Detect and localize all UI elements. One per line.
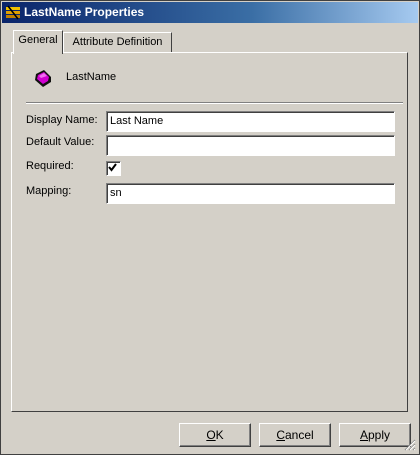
attribute-gem-icon <box>35 70 51 87</box>
general-panel: LastName Display Name: Last Name Default… <box>11 52 408 412</box>
cancel-label-rest: ancel <box>284 428 314 442</box>
display-name-field[interactable]: Last Name <box>106 111 395 132</box>
ok-label-rest: K <box>215 428 224 442</box>
tab-general[interactable]: General <box>13 30 63 54</box>
object-icon-frame <box>26 64 58 94</box>
window-title: LastName Properties <box>24 5 145 19</box>
tab-attribute-definition[interactable]: Attribute Definition <box>63 32 172 53</box>
app-icon <box>6 5 20 20</box>
ok-mnemonic: O <box>206 428 216 442</box>
apply-mnemonic: A <box>359 428 368 442</box>
mapping-label: Mapping: <box>26 185 72 197</box>
title-bar[interactable]: LastName Properties <box>2 2 418 23</box>
apply-label-rest: pply <box>368 428 391 442</box>
properties-dialog: LastName Properties General Attribute De… <box>0 0 420 455</box>
object-name: LastName <box>66 71 117 83</box>
default-value-label: Default Value: <box>26 136 95 148</box>
required-checkbox[interactable] <box>106 161 121 176</box>
ok-button[interactable]: OK <box>179 423 251 447</box>
checkmark-icon <box>108 163 117 172</box>
display-name-label: Display Name: <box>26 114 98 126</box>
mapping-field[interactable]: sn <box>106 183 395 204</box>
apply-button[interactable]: Apply <box>339 423 411 447</box>
separator <box>26 102 403 104</box>
required-label: Required: <box>26 160 74 172</box>
cancel-mnemonic: C <box>276 428 285 442</box>
default-value-field[interactable] <box>106 135 395 156</box>
cancel-button[interactable]: Cancel <box>259 423 331 447</box>
resize-grip-icon[interactable] <box>404 439 416 451</box>
